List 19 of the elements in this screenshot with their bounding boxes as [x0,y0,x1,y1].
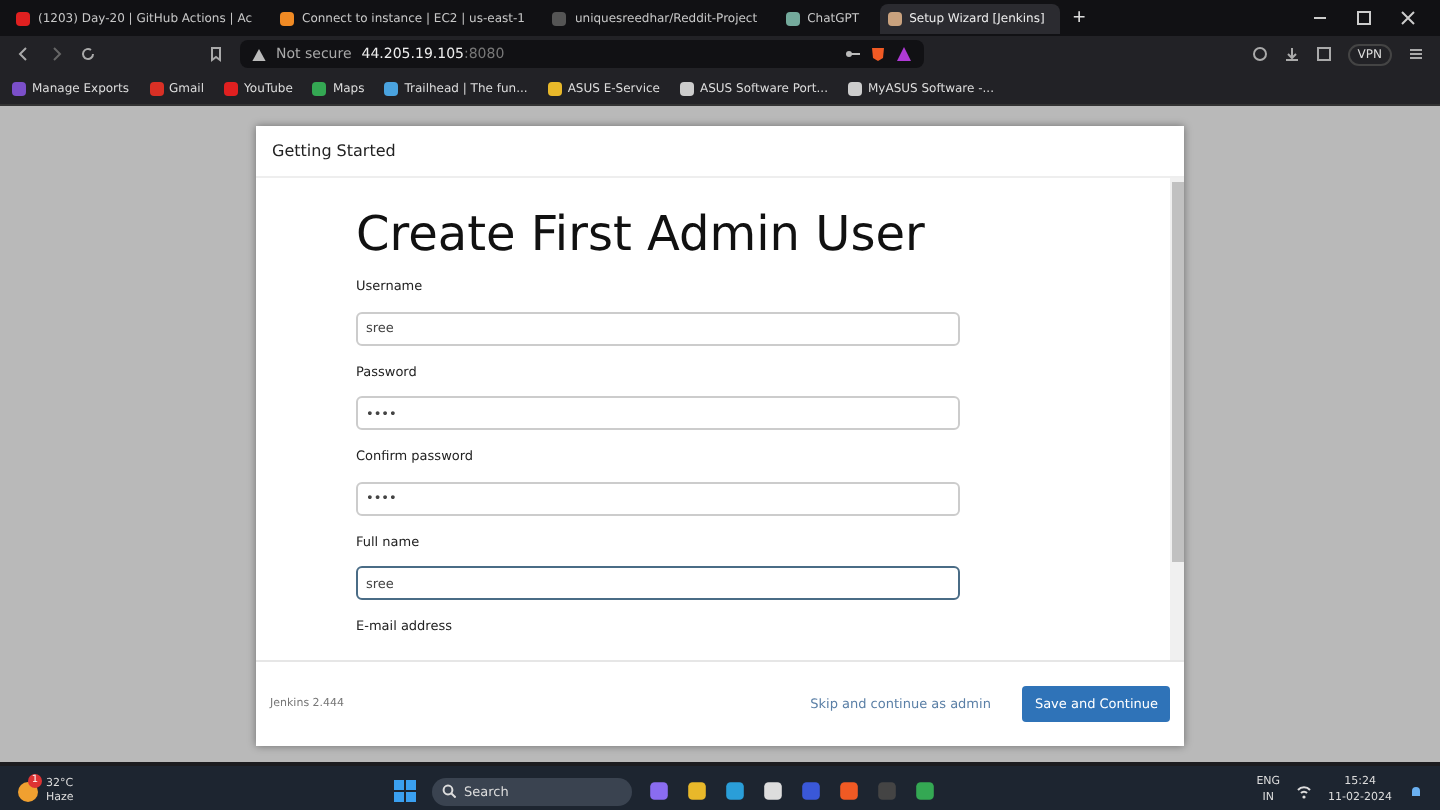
scrollbar-thumb[interactable] [1171,182,1183,562]
wifi-icon[interactable] [1296,783,1313,799]
menu-icon[interactable] [1408,46,1424,62]
search-icon [441,784,456,798]
download-icon[interactable] [1283,46,1300,62]
windows-start-icon[interactable] [393,780,416,802]
sidebar-icon[interactable] [1315,46,1332,62]
close-icon[interactable] [1400,10,1416,26]
new-tab-button[interactable]: + [1064,6,1094,30]
back-icon[interactable] [16,46,32,62]
dialog-header: Getting Started [256,126,1184,178]
bookmark-icon[interactable] [208,46,224,62]
reload-icon[interactable] [80,46,96,62]
key-icon[interactable] [844,46,860,62]
triangle-icon[interactable] [896,46,912,62]
warning-icon [252,47,266,61]
page-title: Create First Admin User [356,206,927,262]
maximize-icon[interactable] [1356,10,1372,26]
forward-icon[interactable] [48,46,64,62]
